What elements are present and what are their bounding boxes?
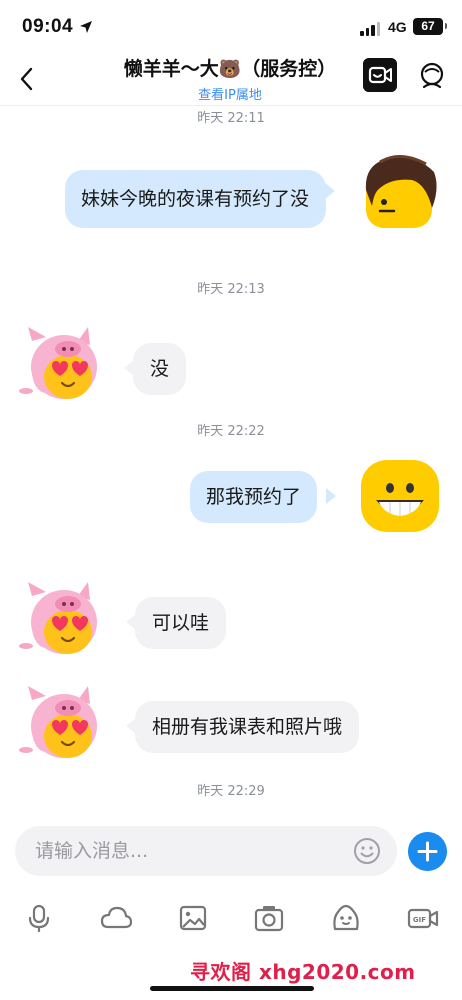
received-message-bubble[interactable]: 相册有我课表和照片哦 (135, 701, 360, 753)
home-indicator (150, 986, 314, 991)
status-bar: 09:04 4G 67 (0, 0, 462, 54)
mic-icon[interactable] (23, 902, 55, 934)
composer (0, 824, 462, 880)
watermark: 寻欢阁 xhg2020.com (190, 960, 416, 984)
contact-name-suffix: （服务控） (241, 58, 337, 80)
video-call-icon[interactable] (363, 58, 397, 92)
bubble-tail (326, 488, 336, 504)
timestamp: 昨天 22:29 (197, 784, 265, 799)
plus-icon[interactable] (408, 832, 447, 871)
my-avatar[interactable] (360, 154, 438, 230)
svg-text:GIF: GIF (413, 916, 426, 924)
contact-avatar-pig[interactable] (12, 684, 98, 760)
sticker-icon[interactable] (330, 902, 362, 934)
location-arrow-icon (80, 21, 92, 33)
timestamp: 昨天 22:11 (197, 111, 265, 126)
my-avatar-grin[interactable] (360, 458, 440, 534)
received-message-bubble[interactable]: 没 (133, 343, 187, 395)
received-message-bubble[interactable]: 可以哇 (135, 597, 227, 649)
sent-message-bubble[interactable]: 妹妹今晚的夜课有预约了没 (65, 170, 326, 228)
contact-avatar-pig[interactable] (12, 325, 98, 401)
sent-message-bubble[interactable]: 那我预约了 (190, 471, 318, 523)
camera-icon[interactable] (253, 902, 285, 934)
timestamp: 昨天 22:13 (197, 282, 265, 297)
bubble-tail (325, 183, 335, 199)
network-type: 4G (388, 19, 407, 35)
contact-avatar-pig[interactable] (12, 580, 98, 656)
composer-toolbar: GIF (0, 898, 462, 942)
back-arrow-icon[interactable] (14, 64, 44, 94)
timestamp: 昨天 22:22 (197, 424, 265, 439)
battery-icon: 67 (413, 18, 447, 35)
contact-name-text: 懒羊羊～大 (123, 58, 219, 80)
image-icon[interactable] (177, 902, 209, 934)
message-input[interactable] (15, 826, 397, 876)
chat-header: 懒羊羊～大🐻（服务控） 查看IP属地 (0, 54, 462, 106)
profile-icon[interactable] (416, 60, 448, 92)
status-time: 09:04 (22, 16, 74, 37)
bear-emoji: 🐻 (218, 59, 242, 80)
cloud-icon[interactable] (100, 902, 132, 934)
gif-video-icon[interactable]: GIF (407, 902, 439, 934)
emoji-icon[interactable] (353, 837, 381, 865)
ip-location-link[interactable]: 查看IP属地 (80, 84, 380, 103)
signal-icon (360, 22, 380, 36)
contact-name[interactable]: 懒羊羊～大🐻（服务控） (80, 54, 380, 81)
